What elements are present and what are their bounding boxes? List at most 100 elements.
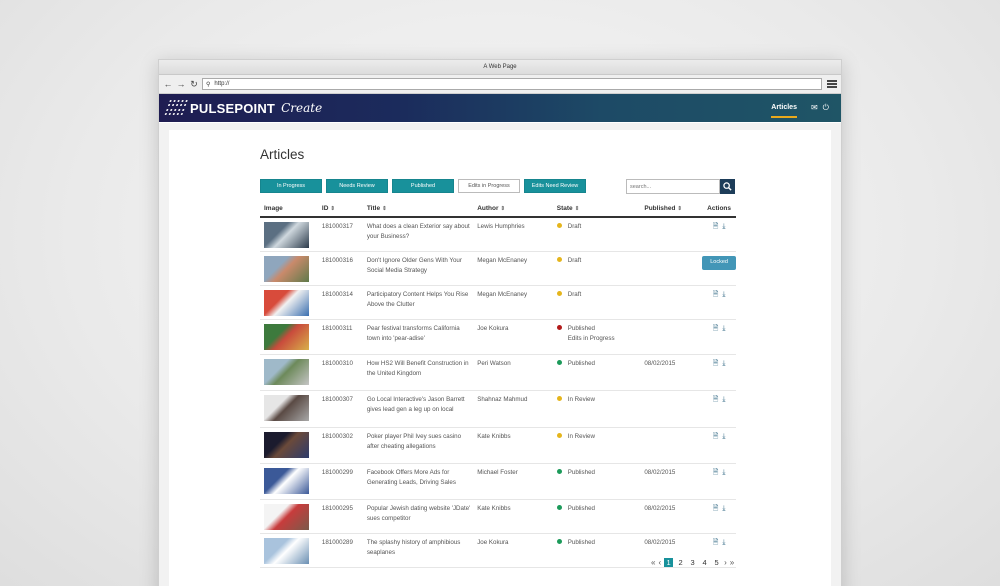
table-row[interactable]: 181000299 Facebook Offers More Ads for G…	[260, 463, 736, 500]
cell-title[interactable]: Popular Jewish dating website 'JDate' su…	[362, 499, 474, 534]
table-row[interactable]: 181000310 How HS2 Will Benefit Construct…	[260, 354, 736, 391]
cell-title[interactable]: Go Local Interactive's Jason Barrett giv…	[362, 390, 474, 428]
cell-state: Draft	[552, 285, 641, 320]
back-arrow-icon[interactable]: ←	[163, 79, 173, 89]
document-icon[interactable]: 🗎	[713, 324, 719, 334]
download-icon[interactable]: ⤓	[722, 324, 725, 334]
search-icon: ⚲	[206, 81, 211, 88]
table-row[interactable]: 181000295 Popular Jewish dating website …	[260, 499, 736, 534]
table-row[interactable]: 181000302 Poker player Phil Ivey sues ca…	[260, 427, 736, 464]
cell-title[interactable]: Pear festival transforms California town…	[362, 319, 474, 355]
document-icon[interactable]: 🗎	[713, 468, 719, 478]
document-icon[interactable]: 🗎	[713, 222, 719, 232]
last-page-icon[interactable]: »	[730, 558, 734, 567]
article-thumbnail[interactable]	[264, 222, 309, 248]
filter-in-progress-button[interactable]: In Progress	[260, 179, 322, 193]
cell-title[interactable]: What does a clean Exterior say about you…	[362, 217, 474, 252]
article-thumbnail[interactable]	[264, 504, 309, 530]
article-thumbnail[interactable]	[264, 432, 309, 458]
article-thumbnail[interactable]	[264, 468, 309, 494]
cell-title[interactable]: The splashy history of amphibious seapla…	[362, 533, 474, 568]
article-thumbnail[interactable]	[264, 290, 309, 316]
page-4-link[interactable]: 4	[700, 558, 709, 567]
cell-title[interactable]: Participatory Content Helps You Rise Abo…	[362, 285, 474, 320]
document-icon[interactable]: 🗎	[713, 359, 719, 369]
refresh-icon[interactable]: ↻	[189, 79, 199, 89]
download-icon[interactable]: ⤓	[722, 432, 725, 442]
document-icon[interactable]: 🗎	[713, 504, 719, 514]
download-icon[interactable]: ⤓	[722, 395, 725, 405]
document-icon[interactable]: 🗎	[713, 290, 719, 300]
table-row[interactable]: 181000316 Don't Ignore Older Gens With Y…	[260, 251, 736, 286]
header-published[interactable]: Published ⇕	[640, 201, 699, 218]
cell-title[interactable]: Don't Ignore Older Gens With Your Social…	[362, 251, 474, 286]
header-actions: Actions	[698, 201, 736, 218]
download-icon[interactable]: ⤓	[722, 504, 725, 514]
page-1-link[interactable]: 1	[664, 558, 674, 567]
header-state[interactable]: State ⇕	[552, 201, 641, 218]
url-bar[interactable]: ⚲ http://	[202, 78, 822, 90]
document-icon[interactable]: 🗎	[713, 538, 719, 548]
cell-title[interactable]: How HS2 Will Benefit Construction in the…	[362, 354, 474, 391]
search-button[interactable]	[720, 179, 735, 194]
page-title: Articles	[260, 147, 305, 162]
state-dot	[556, 324, 562, 330]
sort-icon: ⇕	[500, 206, 506, 212]
download-icon[interactable]: ⤓	[722, 290, 725, 300]
filter-needs-review-button[interactable]: Needs Review	[326, 179, 388, 193]
page-2-link[interactable]: 2	[676, 558, 685, 567]
cell-image	[260, 533, 318, 568]
download-icon[interactable]: ⤓	[722, 359, 725, 369]
cell-state: Published	[552, 354, 641, 391]
download-icon[interactable]: ⤓	[722, 222, 725, 232]
cell-actions: 🗎 ⤓	[698, 390, 736, 428]
cell-title[interactable]: Facebook Offers More Ads for Generating …	[362, 463, 474, 500]
hamburger-menu-icon[interactable]	[827, 80, 837, 88]
state-dot	[556, 538, 562, 544]
download-icon[interactable]: ⤓	[722, 538, 725, 548]
cell-actions: 🗎 ⤓	[698, 319, 736, 355]
table-row[interactable]: 181000317 What does a clean Exterior say…	[260, 217, 736, 252]
cell-state: Published	[552, 499, 641, 534]
page-5-link[interactable]: 5	[712, 558, 721, 567]
next-page-icon[interactable]: ›	[724, 558, 727, 567]
first-page-icon[interactable]: «	[651, 558, 655, 567]
cell-author: Michael Foster	[473, 463, 553, 500]
state-dot	[556, 468, 562, 474]
magnifier-icon	[723, 182, 732, 191]
article-thumbnail[interactable]	[264, 395, 309, 421]
forward-arrow-icon[interactable]: →	[176, 79, 186, 89]
article-thumbnail[interactable]	[264, 359, 309, 385]
nav-articles[interactable]: Articles	[771, 104, 797, 118]
article-thumbnail[interactable]	[264, 256, 309, 282]
filter-edits-need-review-button[interactable]: Edits Need Review	[524, 179, 586, 193]
sort-icon: ⇕	[574, 206, 580, 212]
locked-badge[interactable]: Locked	[702, 256, 736, 270]
power-icon[interactable]: ⏻	[823, 103, 829, 113]
cell-published	[640, 217, 699, 252]
filter-published-button[interactable]: Published	[392, 179, 454, 193]
pagination: « ‹ 1 2 3 4 5 › »	[651, 558, 734, 567]
articles-table: Image ID ⇕ Title ⇕ Author ⇕ State ⇕ Publishe…	[260, 201, 736, 568]
cell-id: 181000317	[317, 217, 363, 252]
table-row[interactable]: 181000314 Participatory Content Helps Yo…	[260, 285, 736, 320]
cell-author: Kate Knibbs	[473, 427, 553, 464]
header-id[interactable]: ID ⇕	[317, 201, 363, 218]
filter-edits-in-progress-button[interactable]: Edits in Progress	[458, 179, 520, 193]
article-thumbnail[interactable]	[264, 538, 309, 564]
prev-page-icon[interactable]: ‹	[658, 558, 661, 567]
table-row[interactable]: 181000307 Go Local Interactive's Jason B…	[260, 390, 736, 428]
mail-icon[interactable]: ✉	[811, 103, 818, 113]
article-thumbnail[interactable]	[264, 324, 309, 350]
download-icon[interactable]: ⤓	[722, 468, 725, 478]
document-icon[interactable]: 🗎	[713, 432, 719, 442]
header-author[interactable]: Author ⇕	[473, 201, 553, 218]
pulsepoint-logo[interactable]: PULSEPOINT Create	[164, 100, 322, 116]
page-3-link[interactable]: 3	[688, 558, 697, 567]
document-icon[interactable]: 🗎	[713, 395, 719, 405]
cell-state: In Review	[552, 427, 641, 464]
search-input[interactable]	[626, 179, 720, 194]
cell-title[interactable]: Poker player Phil Ivey sues casino after…	[362, 427, 474, 464]
table-row[interactable]: 181000311 Pear festival transforms Calif…	[260, 319, 736, 355]
header-title[interactable]: Title ⇕	[362, 201, 474, 218]
